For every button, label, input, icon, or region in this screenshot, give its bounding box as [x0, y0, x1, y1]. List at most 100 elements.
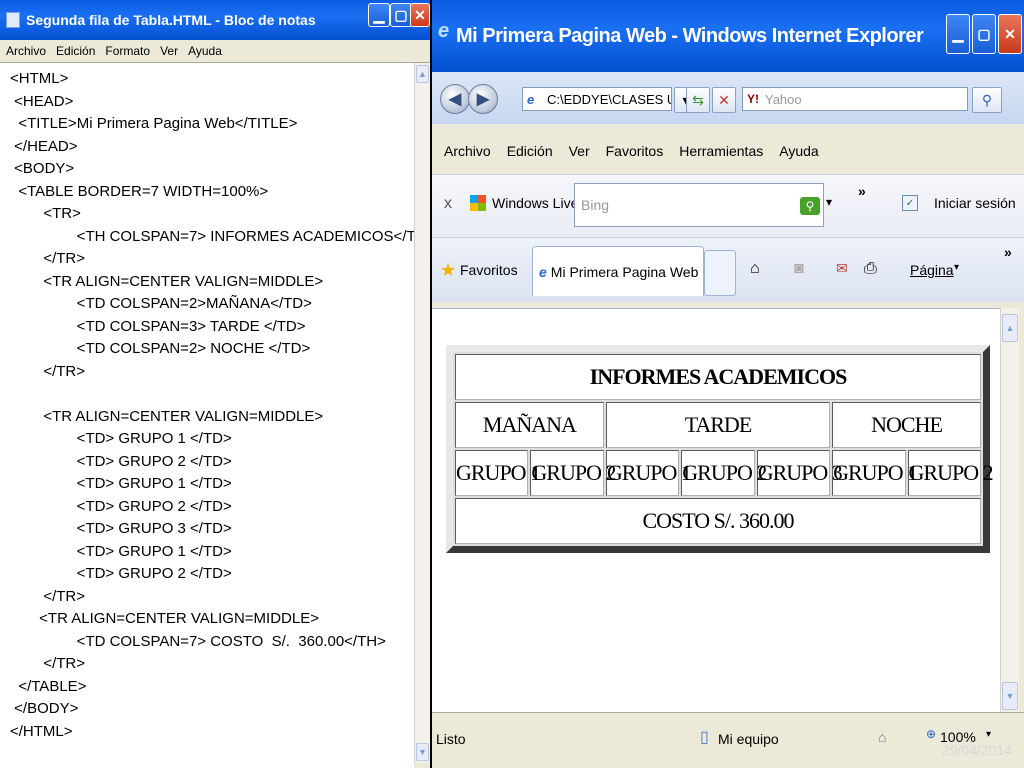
code-line: <TD> GRUPO 3 </TD> — [10, 520, 232, 537]
ie-title: Mi Primera Pagina Web - Windows Internet… — [456, 24, 924, 47]
page-menu-button[interactable]: Página — [910, 262, 954, 278]
shift-cell: TARDE — [605, 402, 831, 448]
code-line: <TD> GRUPO 2 </TD> — [10, 452, 232, 470]
notepad-title: Segunda fila de Tabla.HTML - Bloc de not… — [26, 12, 316, 28]
report-table: INFORMES ACADEMICOS MAÑANA TARDE NOCHE G… — [446, 345, 994, 553]
ie-scrollbar[interactable]: ▲ ▼ — [1000, 308, 1019, 712]
address-bar[interactable]: e C:\EDDYE\CLASES UNI — [522, 87, 672, 111]
ie-scroll-down-arrow-icon[interactable]: ▼ — [1002, 682, 1018, 710]
bing-search-icon[interactable]: ⚲ — [800, 197, 820, 215]
code-line: <HEAD> — [10, 92, 74, 110]
notepad-app-icon — [6, 12, 20, 28]
code-line: <TABLE BORDER=7 WIDTH=100%> — [10, 182, 269, 200]
windows-live-label[interactable]: Windows Live — [492, 195, 578, 211]
favbar-more-icon[interactable]: » — [1004, 244, 1012, 260]
notepad-window: Segunda fila de Tabla.HTML - Bloc de not… — [0, 0, 430, 768]
tab-mi-primera-pagina[interactable]: e Mi Primera Pagina Web — [532, 246, 704, 296]
code-line: <TD COLSPAN=3> TARDE </TD> — [10, 317, 306, 335]
ie-menu-edicion[interactable]: Edición — [507, 143, 553, 159]
close-button[interactable]: ✕ — [410, 3, 430, 27]
code-line: <TD COLSPAN=7> COSTO S/. 360.00</TH> — [10, 632, 386, 650]
group-cell: GRUPO 2 — [907, 450, 994, 496]
menu-archivo[interactable]: Archivo — [6, 44, 46, 58]
tab-title: Mi Primera Pagina Web — [550, 263, 699, 280]
favorites-star-icon: ★ — [440, 260, 457, 280]
ie-menu-ayuda[interactable]: Ayuda — [779, 143, 818, 159]
cost-cell: COSTO S/. 360.00 — [455, 498, 981, 544]
ie-menu-archivo[interactable]: Archivo — [444, 143, 491, 159]
stop-icon[interactable]: ✕ — [712, 87, 736, 113]
ie-minimize-button[interactable]: ▁ — [946, 14, 970, 54]
code-line: </HTML> — [10, 722, 73, 740]
toolbar-close-icon[interactable]: x — [444, 195, 452, 213]
code-line: </TR> — [10, 250, 86, 267]
group-cell: GRUPO 2 — [530, 450, 617, 496]
menu-ayuda[interactable]: Ayuda — [188, 44, 222, 58]
code-line: <TD> GRUPO 1 </TD> — [10, 542, 232, 560]
bing-placeholder: Bing — [581, 197, 610, 213]
new-tab-button[interactable] — [704, 250, 736, 296]
favorites-bar: ★ Favoritos e Mi Primera Pagina Web ⌂ ◙ … — [432, 238, 1024, 302]
feeds-icon[interactable]: ◙ — [794, 260, 804, 278]
maximize-button[interactable]: ▢ — [390, 3, 412, 27]
refresh-icon[interactable]: ⇆ — [686, 87, 710, 113]
bing-dropdown-icon[interactable]: ▾ — [826, 195, 832, 209]
ie-scroll-up-arrow-icon[interactable]: ▲ — [1002, 314, 1018, 342]
code-line: </HEAD> — [10, 137, 78, 155]
signin-icon: ✓ — [902, 195, 918, 211]
ie-menu-favoritos[interactable]: Favoritos — [606, 143, 664, 159]
print-icon[interactable]: ⎙ — [864, 260, 877, 278]
code-line: <TR ALIGN=CENTER VALIGN=MIDDLE> — [10, 407, 324, 425]
bing-search-input[interactable]: Bing — [574, 183, 824, 227]
code-line: <TD COLSPAN=2>MAÑANA</TD> — [10, 295, 312, 312]
mail-icon[interactable]: ✉ — [836, 260, 848, 277]
ie-window: e Mi Primera Pagina Web - Windows Intern… — [432, 0, 1024, 768]
home-icon[interactable]: ⌂ — [750, 260, 760, 278]
scroll-down-arrow-icon[interactable]: ▼ — [416, 743, 429, 761]
text-editor[interactable]: <HTML> <HEAD> <TITLE>Mi Primera Pagina W… — [0, 63, 430, 768]
notepad-scrollbar[interactable]: ▲ ▼ — [414, 63, 430, 763]
minimize-button[interactable]: ▁ — [368, 3, 390, 27]
page-menu-dropdown-icon[interactable]: ▾ — [954, 262, 959, 273]
menu-formato[interactable]: Formato — [105, 44, 150, 58]
status-bar: Listo ▯ Mi equipo ⌂ ⊕ 100% ▾ — [432, 712, 1024, 768]
zoom-icon: ⊕ — [926, 727, 937, 741]
back-arrow-icon[interactable]: ◀ — [440, 84, 470, 114]
zone-label: Mi equipo — [718, 731, 779, 747]
ie-menubar: Archivo Edición Ver Favoritos Herramient… — [432, 130, 1024, 172]
ie-titlebar[interactable]: e Mi Primera Pagina Web - Windows Intern… — [432, 0, 1024, 72]
code-line: <HTML> — [10, 70, 69, 87]
favorites-button[interactable]: Favoritos — [460, 262, 518, 278]
date-stamp: 29/04/2014 — [941, 742, 1012, 758]
group-cell: GRUPO 1 — [605, 450, 692, 496]
search-icon[interactable]: ⚲ — [972, 87, 1002, 113]
group-cell: GRUPO 2 — [681, 450, 767, 496]
signin-link[interactable]: Iniciar sesión — [934, 195, 1016, 211]
shift-cell: NOCHE — [832, 402, 981, 448]
toolbar-more-icon[interactable]: » — [858, 183, 866, 199]
forward-arrow-icon[interactable]: ▶ — [468, 84, 498, 114]
group-cell: GRUPO 3 — [756, 450, 843, 496]
code-line: <TD> GRUPO 1 </TD> — [10, 430, 232, 447]
notepad-menubar: Archivo Edición Formato Ver Ayuda — [0, 40, 430, 63]
code-line: <TD> GRUPO 2 </TD> — [10, 565, 232, 582]
ie-menu-herramientas[interactable]: Herramientas — [679, 143, 763, 159]
zoom-dropdown-icon[interactable]: ▾ — [986, 729, 991, 740]
ie-maximize-button[interactable]: ▢ — [972, 14, 996, 54]
code-line: <TD> GRUPO 2 </TD> — [10, 497, 232, 515]
notepad-titlebar[interactable]: Segunda fila de Tabla.HTML - Bloc de not… — [0, 0, 430, 40]
group-cell: GRUPO 1 — [455, 450, 541, 496]
ie-close-button[interactable]: ✕ — [998, 14, 1022, 54]
ie-menu-ver[interactable]: Ver — [569, 143, 590, 159]
search-placeholder: Yahoo — [765, 91, 802, 107]
protected-mode-icon[interactable]: ⌂ — [878, 729, 886, 745]
code-line: </TABLE> — [10, 677, 87, 695]
code-line: <TD COLSPAN=2> NOCHE </TD> — [10, 340, 311, 357]
menu-ver[interactable]: Ver — [160, 44, 178, 58]
tab-ie-icon: e — [539, 263, 547, 280]
scroll-up-arrow-icon[interactable]: ▲ — [416, 65, 429, 83]
menu-edicion[interactable]: Edición — [56, 44, 95, 58]
search-box[interactable]: Y! Yahoo — [742, 87, 968, 111]
code-line: </TR> — [10, 587, 86, 605]
